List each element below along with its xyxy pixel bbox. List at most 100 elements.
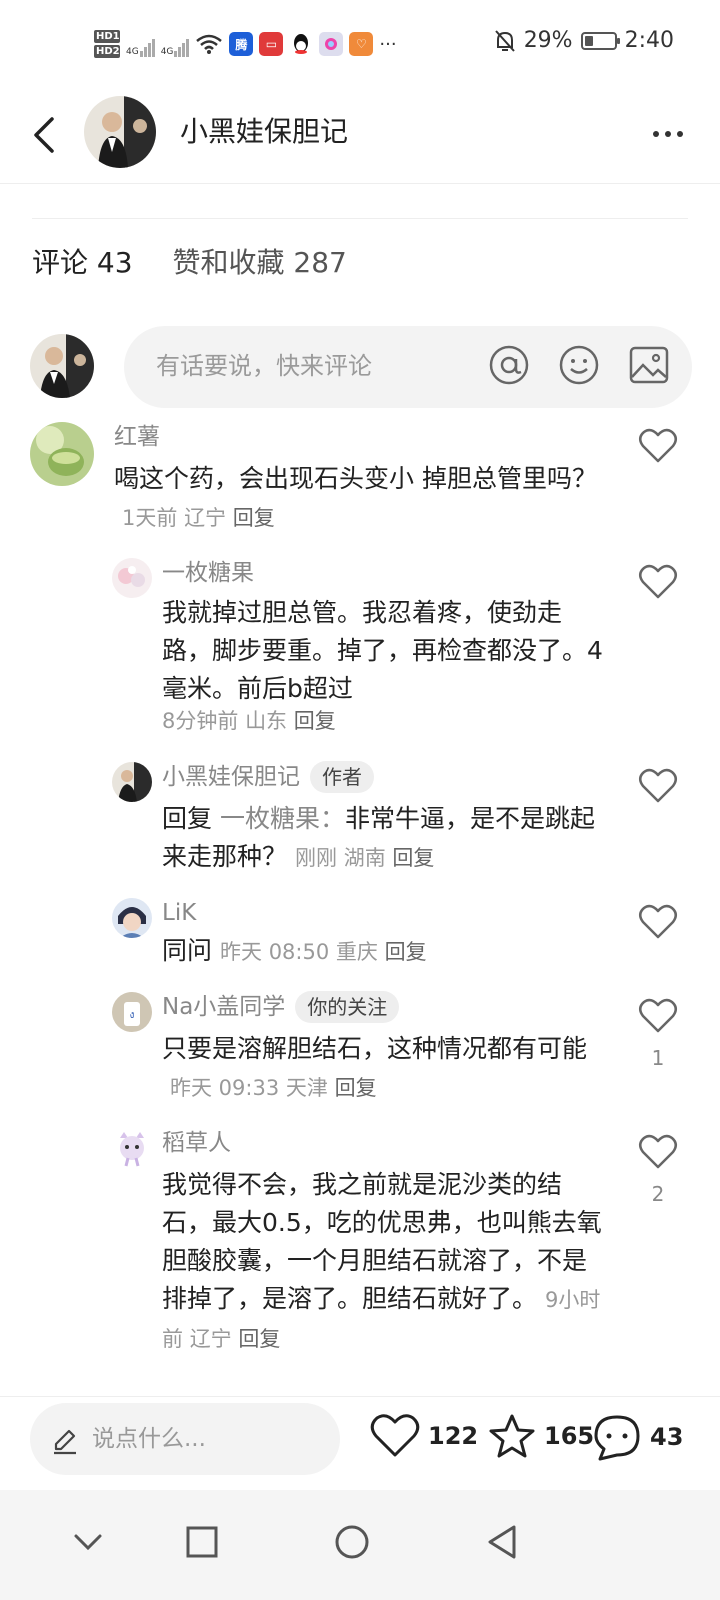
like-count: 2 <box>651 1182 665 1206</box>
gallery-app-icon <box>319 32 344 56</box>
status-bar: HD1 HD2 4G 4G 腾 ▭ ♡ ··· 29% 2:40 <box>0 0 720 88</box>
comment-text[interactable]: 我就掉过胆总管。我忍着疼，使劲走路，脚步要重。掉了，再检查都没了。4毫米。前后b… <box>162 594 610 708</box>
reply-button[interactable]: 回复 <box>233 506 275 530</box>
following-badge: 你的关注 <box>295 991 400 1023</box>
comment-count: 43 <box>650 1423 684 1451</box>
status-left: HD1 HD2 4G 4G 腾 ▭ ♡ ··· <box>94 24 397 64</box>
comment-meta: 昨天 08:50 重庆 回复 <box>220 940 427 964</box>
reply-button[interactable]: 回复 <box>294 709 336 733</box>
commenter-name[interactable]: LiK <box>162 896 196 930</box>
reply-button[interactable]: 回复 <box>392 846 434 870</box>
mute-bell-icon <box>494 29 515 52</box>
comment-meta: 刚刚 湖南 回复 <box>295 846 435 870</box>
pencil-icon <box>54 1429 76 1455</box>
comment-meta: 8分钟前 山东 回复 <box>162 709 336 733</box>
favorite-button[interactable]: 165 <box>488 1413 594 1459</box>
image-button[interactable] <box>626 342 672 388</box>
heart-icon <box>639 428 677 463</box>
commenter-avatar[interactable]: ง <box>112 992 152 1032</box>
reply-button[interactable]: 回复 <box>385 940 427 964</box>
nav-recents-button[interactable] <box>178 1518 226 1566</box>
top-header: 小黑娃保胆记 <box>0 88 720 184</box>
hd1-icon: HD1 <box>94 30 120 43</box>
comment-text[interactable]: 同问 昨天 08:50 重庆 回复 <box>162 932 610 971</box>
comment-input-row: 有话要说，快来评论 <box>30 326 692 408</box>
more-options-button[interactable] <box>646 118 690 150</box>
at-icon <box>489 345 529 385</box>
commenter-name[interactable]: 小黑娃保胆记 作者 <box>162 760 374 794</box>
comment-input[interactable]: 有话要说，快来评论 <box>124 326 692 408</box>
battery-level <box>584 35 593 46</box>
tab-likes-favorites[interactable]: 赞和收藏 287 <box>173 240 347 286</box>
comment-text[interactable]: 只要是溶解胆结石，这种情况都有可能昨天 09:33 天津 回复 <box>162 1030 610 1107</box>
author-badge: 作者 <box>310 761 374 793</box>
dot-icon <box>653 131 659 137</box>
heart-icon <box>639 768 677 803</box>
say-something-input[interactable]: 说点什么... <box>30 1403 340 1475</box>
reply-item: 小黑娃保胆记 作者 回复 一枚糖果：非常牛逼，是不是跳起来走那种？ 刚刚 湖南 回复 <box>0 760 720 880</box>
comment-text[interactable]: 我觉得不会，我之前就是泥沙类的结石，最大0.5，吃的优思弗，也叫熊去氧胆酸胶囊，… <box>162 1166 610 1358</box>
like-button[interactable] <box>636 768 680 808</box>
emoji-button[interactable] <box>556 342 602 388</box>
commenter-avatar[interactable] <box>112 1128 152 1168</box>
comment-text[interactable]: 回复 一枚糖果：非常牛逼，是不是跳起来走那种？ 刚刚 湖南 回复 <box>162 800 610 877</box>
battery-percent: 29% <box>523 28 573 53</box>
heart-icon <box>370 1414 420 1457</box>
dot-icon <box>677 131 683 137</box>
smiley-icon <box>559 345 599 385</box>
comment-bubble-icon <box>594 1415 640 1461</box>
comment-meta: 昨天 09:33 天津 回复 <box>170 1076 377 1100</box>
nav-collapse-button[interactable] <box>64 1518 112 1566</box>
favorite-count: 165 <box>544 1422 595 1450</box>
reply-button[interactable]: 回复 <box>238 1327 280 1351</box>
comment-text[interactable]: 喝这个药，会出现石头变小 掉胆总管里吗？1天前 辽宁 回复 <box>114 460 614 537</box>
reply-to-user[interactable]: 一枚糖果： <box>220 804 345 833</box>
like-button[interactable] <box>636 428 680 468</box>
hd2-icon: HD2 <box>94 45 120 58</box>
like-button[interactable] <box>636 564 680 604</box>
like-post-button[interactable]: 122 <box>370 1413 478 1459</box>
chevron-down-icon <box>74 1534 102 1551</box>
commenter-name[interactable]: 一枚糖果 <box>162 556 254 590</box>
comment-item: 红薯 喝这个药，会出现石头变小 掉胆总管里吗？1天前 辽宁 回复 <box>0 420 720 540</box>
reply-button[interactable]: 回复 <box>335 1076 377 1100</box>
battery-icon <box>580 31 620 50</box>
star-icon <box>489 1414 535 1458</box>
health-app-icon: ♡ <box>349 32 374 56</box>
commenter-name[interactable]: 稻草人 <box>162 1126 231 1160</box>
commenter-avatar[interactable] <box>112 558 152 598</box>
like-count: 1 <box>651 1046 665 1070</box>
commenter-name[interactable]: Na小盖同学 你的关注 <box>162 990 400 1024</box>
tab-comments[interactable]: 评论 43 <box>32 240 133 286</box>
author-name[interactable]: 小黑娃保胆记 <box>180 112 348 152</box>
nav-back-button[interactable] <box>478 1518 526 1566</box>
reply-item: 稻草人 我觉得不会，我之前就是泥沙类的结石，最大0.5，吃的优思弗，也叫熊去氧胆… <box>0 1126 720 1366</box>
author-avatar[interactable] <box>84 96 156 168</box>
book-app-icon: ▭ <box>259 32 284 56</box>
system-nav-bar <box>0 1490 720 1600</box>
hd-indicators: HD1 HD2 <box>94 30 120 58</box>
mention-button[interactable] <box>486 342 532 388</box>
commenter-avatar[interactable] <box>112 898 152 938</box>
heart-icon <box>639 998 677 1033</box>
triangle-back-icon <box>488 1525 516 1559</box>
heart-icon <box>639 904 677 939</box>
commenter-name[interactable]: 红薯 <box>114 420 160 454</box>
commenter-avatar[interactable] <box>112 762 152 802</box>
reply-item: 一枚糖果 我就掉过胆总管。我忍着疼，使劲走路，脚步要重。掉了，再检查都没了。4毫… <box>0 556 720 746</box>
like-button[interactable] <box>636 904 680 944</box>
reply-item: ง Na小盖同学 你的关注 只要是溶解胆结石，这种情况都有可能昨天 09:33 天… <box>0 990 720 1110</box>
say-placeholder: 说点什么... <box>92 1426 206 1452</box>
like-button[interactable]: 2 <box>636 1134 680 1206</box>
like-button[interactable]: 1 <box>636 998 680 1070</box>
back-button[interactable] <box>24 110 64 160</box>
chevron-left-icon <box>34 117 54 153</box>
app-notify-icon: 腾 <box>229 32 254 56</box>
heart-icon <box>639 564 677 599</box>
comment-button[interactable]: 43 <box>592 1413 683 1461</box>
signal-2-icon: 4G <box>161 31 190 57</box>
signal-1-icon: 4G <box>126 31 155 57</box>
commenter-avatar[interactable] <box>30 422 94 486</box>
nav-home-button[interactable] <box>328 1518 376 1566</box>
clock: 2:40 <box>624 28 674 53</box>
